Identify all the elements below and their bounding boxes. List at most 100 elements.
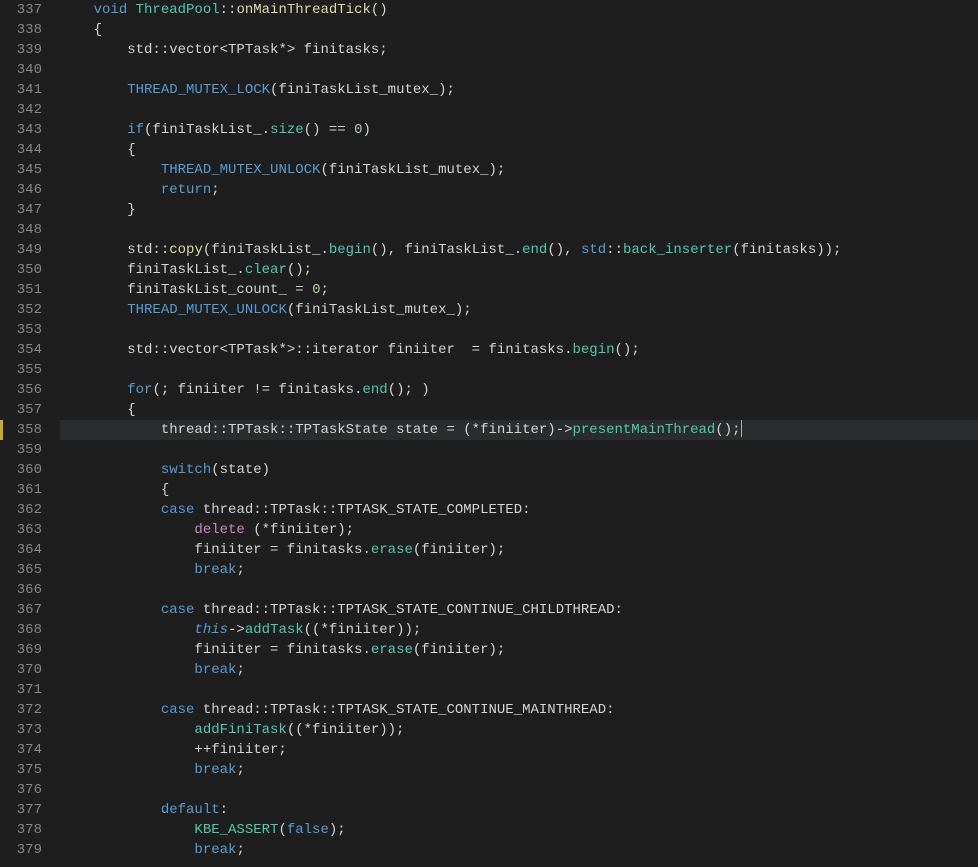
code-line[interactable]: std::vector<TPTask*> finitasks; [60,40,978,60]
code-line[interactable]: std::copy(finiTaskList_.begin(), finiTas… [60,240,978,260]
code-token: (), [547,242,581,258]
code-line[interactable]: void ThreadPool::onMainThreadTick() [60,0,978,20]
code-token: ((*finiiter)); [304,622,422,638]
code-token: break [194,842,236,858]
code-line[interactable]: finiTaskList_.clear(); [60,260,978,280]
code-line[interactable] [60,440,978,460]
code-line[interactable] [60,60,978,80]
code-token: switch [161,462,211,478]
code-line[interactable]: THREAD_MUTEX_LOCK(finiTaskList_mutex_); [60,80,978,100]
code-line[interactable]: this->addTask((*finiiter)); [60,620,978,640]
code-line[interactable]: thread::TPTask::TPTaskState state = (*fi… [60,420,978,440]
line-number: 369 [0,640,42,660]
code-line[interactable]: ++finiiter; [60,740,978,760]
code-token: { [127,142,135,158]
code-line[interactable] [60,220,978,240]
code-token: addTask [245,622,304,638]
line-number: 342 [0,100,42,120]
code-token: default [161,802,220,818]
code-token: ((*finiiter)); [287,722,405,738]
line-number: 343 [0,120,42,140]
code-line[interactable]: { [60,480,978,500]
code-token: end [522,242,547,258]
code-token: { [94,22,102,38]
code-line[interactable]: finiiter = finitasks.erase(finiiter); [60,640,978,660]
code-line[interactable]: finiTaskList_count_ = 0; [60,280,978,300]
line-number: 375 [0,760,42,780]
text-cursor [741,420,742,437]
code-token: erase [371,642,413,658]
code-token: std [581,242,606,258]
code-line[interactable]: } [60,200,978,220]
code-line[interactable]: { [60,20,978,40]
code-token: 0 [354,122,362,138]
code-line[interactable]: case thread::TPTask::TPTASK_STATE_COMPLE… [60,500,978,520]
code-token: case [161,702,195,718]
code-editor[interactable]: 3373383393403413423433443453463473483493… [0,0,978,867]
line-number: 376 [0,780,42,800]
code-line[interactable] [60,780,978,800]
code-line[interactable] [60,680,978,700]
code-token: ++finiiter; [194,742,286,758]
code-line[interactable]: KBE_ASSERT(false); [60,820,978,840]
code-line[interactable]: for(; finiiter != finitasks.end(); ) [60,380,978,400]
code-line[interactable]: case thread::TPTask::TPTASK_STATE_CONTIN… [60,600,978,620]
code-token: (finiTaskList_. [144,122,270,138]
code-token: (), finiTaskList_. [371,242,522,258]
code-line[interactable]: if(finiTaskList_.size() == 0) [60,120,978,140]
code-token: (finiiter); [413,542,505,558]
code-line[interactable]: default: [60,800,978,820]
code-line[interactable]: break; [60,660,978,680]
code-token: break [194,562,236,578]
code-token: (finiTaskList_mutex_); [320,162,505,178]
code-token: size [270,122,304,138]
code-line[interactable]: return; [60,180,978,200]
line-number: 359 [0,440,42,460]
code-token: begin [573,342,615,358]
code-token: finiiter = finitasks. [194,542,370,558]
line-number: 337 [0,0,42,20]
code-line[interactable]: THREAD_MUTEX_UNLOCK(finiTaskList_mutex_)… [60,300,978,320]
line-number: 363 [0,520,42,540]
code-line[interactable] [60,100,978,120]
code-line[interactable]: break; [60,760,978,780]
code-token: finiTaskList_. [127,262,245,278]
code-token: return [161,182,211,198]
code-line[interactable]: { [60,140,978,160]
code-line[interactable]: break; [60,560,978,580]
code-token: finiiter = finitasks. [194,642,370,658]
code-token: -> [228,622,245,638]
code-token: std::vector<TPTask*> finitasks; [127,42,387,58]
line-number: 367 [0,600,42,620]
line-number: 368 [0,620,42,640]
line-number: 341 [0,80,42,100]
code-line[interactable]: case thread::TPTask::TPTASK_STATE_CONTIN… [60,700,978,720]
line-number: 339 [0,40,42,60]
code-token: ( [278,822,286,838]
code-line[interactable] [60,360,978,380]
code-line[interactable]: addFiniTask((*finiiter)); [60,720,978,740]
code-line[interactable]: THREAD_MUTEX_UNLOCK(finiTaskList_mutex_)… [60,160,978,180]
line-number: 358 [0,420,42,440]
code-token: :: [606,242,623,258]
code-token: thread::TPTask::TPTASK_STATE_COMPLETED: [194,502,530,518]
code-token: thread::TPTask::TPTASK_STATE_CONTINUE_MA… [194,702,614,718]
code-token: (finiTaskList_mutex_); [287,302,472,318]
code-line[interactable]: { [60,400,978,420]
code-line[interactable]: switch(state) [60,460,978,480]
code-line[interactable]: finiiter = finitasks.erase(finiiter); [60,540,978,560]
code-line[interactable] [60,320,978,340]
code-area[interactable]: void ThreadPool::onMainThreadTick() { st… [60,0,978,867]
line-number: 370 [0,660,42,680]
code-line[interactable]: break; [60,840,978,860]
line-number: 348 [0,220,42,240]
code-token: void [94,2,128,18]
code-line[interactable] [60,580,978,600]
code-line[interactable]: delete (*finiiter); [60,520,978,540]
code-line[interactable]: std::vector<TPTask*>::iterator finiiter … [60,340,978,360]
code-token: (); [715,422,740,438]
line-number: 361 [0,480,42,500]
code-token: (); [287,262,312,278]
line-number: 357 [0,400,42,420]
line-number: 362 [0,500,42,520]
